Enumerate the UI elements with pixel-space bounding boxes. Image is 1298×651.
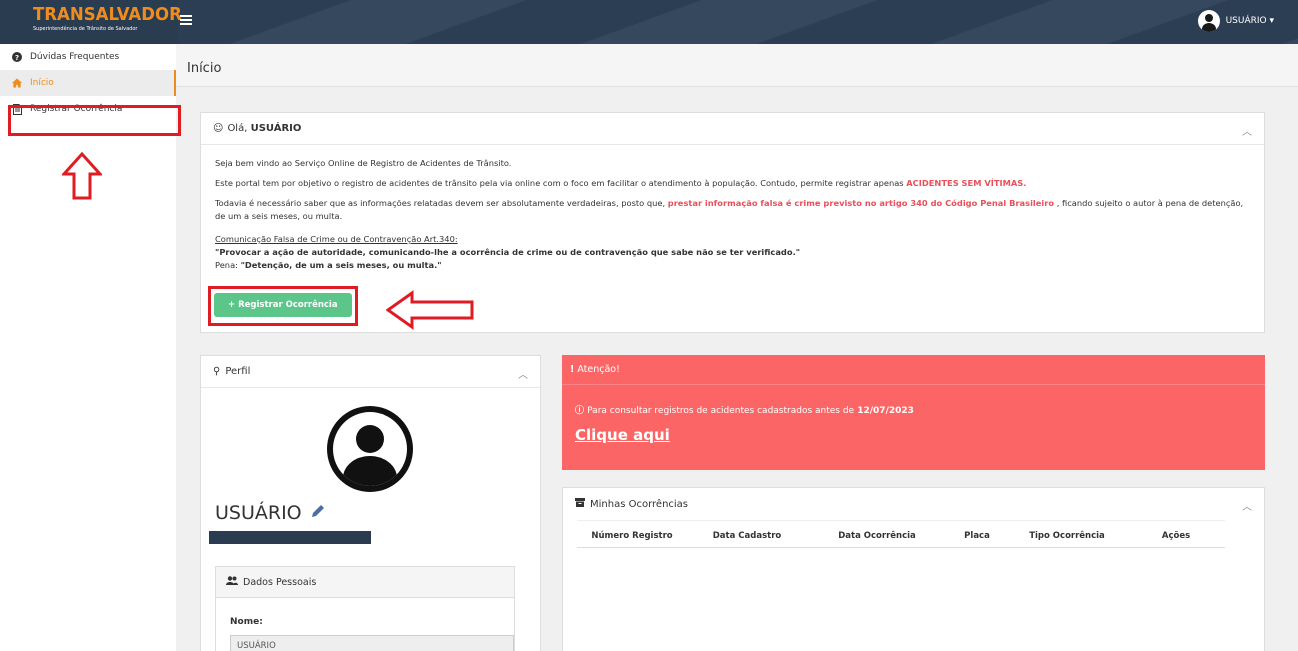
welcome-text: Seja bem vindo ao Serviço Online de Regi… bbox=[215, 158, 512, 168]
table-header-row: Número Registro Data Cadastro Data Ocorr… bbox=[577, 520, 1225, 548]
penalty-line: Pena: "Detenção, de um a seis meses, ou … bbox=[215, 260, 442, 270]
svg-text:?: ? bbox=[15, 54, 19, 62]
occurrences-panel-header: Minhas Ocorrências ︿ bbox=[563, 488, 1264, 520]
col-registered-date[interactable]: Data Cadastro bbox=[687, 520, 807, 548]
sidebar-item-home[interactable]: Início bbox=[0, 70, 176, 96]
top-navbar: TRANSALVADOR Superintendência de Trânsit… bbox=[0, 0, 1298, 44]
brand-logo[interactable]: TRANSALVADOR Superintendência de Trânsit… bbox=[0, 0, 182, 44]
home-icon bbox=[12, 78, 22, 88]
alert-message: Para consultar registros de acidentes ca… bbox=[587, 406, 855, 416]
profile-name-row: USUÁRIO bbox=[215, 502, 326, 524]
welcome-panel-header: ☺ Olá, USUÁRIO ︿ bbox=[201, 113, 1264, 145]
alert-header: ! Atenção! bbox=[562, 355, 1265, 385]
greeting-label: Olá, bbox=[227, 123, 248, 134]
user-outline-icon: ⚲ bbox=[213, 366, 221, 377]
info-circle-icon: ⓘ bbox=[575, 406, 585, 416]
welcome-body: Seja bem vindo ao Serviço Online de Regi… bbox=[201, 145, 1264, 284]
warning-text: Todavia é necessário saber que as inform… bbox=[215, 198, 1244, 221]
alert-title: Atenção! bbox=[577, 364, 620, 375]
name-field-label: Nome: bbox=[230, 617, 263, 627]
law-quote: "Provocar a ação de autoridade, comunica… bbox=[215, 247, 801, 257]
page-header: Início bbox=[176, 44, 1298, 87]
greeting-user: USUÁRIO bbox=[250, 123, 302, 134]
question-circle-icon: ? bbox=[12, 52, 22, 62]
sidebar-item-label: Início bbox=[30, 78, 54, 88]
personal-data-header: Dados Pessoais bbox=[216, 567, 514, 598]
user-menu[interactable]: USUÁRIO ▾ bbox=[1197, 10, 1274, 32]
personal-data-panel: Dados Pessoais Nome: USUÁRIO bbox=[215, 566, 515, 651]
brand-subtitle: Superintendência de Trânsito de Salvador bbox=[33, 26, 138, 32]
sidebar-item-label: Dúvidas Frequentes bbox=[30, 52, 120, 62]
click-here-link[interactable]: Clique aqui bbox=[575, 426, 1265, 444]
alert-body: ⓘ Para consultar registros de acidentes … bbox=[562, 385, 1265, 444]
occurrences-title: Minhas Ocorrências bbox=[590, 498, 689, 510]
profile-avatar-icon bbox=[327, 406, 413, 492]
collapse-chevron-icon[interactable]: ︿ bbox=[1242, 123, 1252, 138]
left-arrow-annotation bbox=[386, 290, 474, 330]
edit-pencil-icon[interactable] bbox=[310, 502, 326, 524]
profile-name: USUÁRIO bbox=[215, 502, 302, 524]
col-actions: Ações bbox=[1127, 520, 1225, 548]
col-number[interactable]: Número Registro bbox=[577, 520, 687, 548]
occurrences-table: Número Registro Data Cadastro Data Ocorr… bbox=[577, 520, 1225, 548]
users-icon bbox=[226, 576, 238, 588]
welcome-panel: ☺ Olá, USUÁRIO ︿ Seja bem vindo ao Servi… bbox=[200, 112, 1265, 333]
archive-icon bbox=[575, 498, 585, 510]
smile-icon: ☺ bbox=[213, 123, 224, 134]
profile-panel-header: ⚲ Perfil ︿ bbox=[201, 356, 540, 388]
up-arrow-annotation bbox=[62, 152, 102, 200]
brand-name: TRANSALVADOR bbox=[33, 4, 182, 25]
false-info-highlight: prestar informação falsa é crime previst… bbox=[667, 198, 1055, 208]
highlight-box-button bbox=[208, 286, 358, 326]
collapse-chevron-icon[interactable]: ︿ bbox=[518, 366, 528, 381]
col-plate[interactable]: Placa bbox=[947, 520, 1007, 548]
alert-date: 12/07/2023 bbox=[857, 406, 914, 416]
objective-text: Este portal tem por objetivo o registro … bbox=[215, 178, 1027, 188]
user-avatar-icon bbox=[1197, 10, 1220, 32]
occurrences-panel: Minhas Ocorrências ︿ Número Registro Dat… bbox=[562, 487, 1265, 651]
law-title: Comunicação Falsa de Crime ou de Contrav… bbox=[215, 234, 458, 244]
profile-panel: ⚲ Perfil ︿ USUÁRIO Dados Pessoais Nome: … bbox=[200, 355, 541, 651]
attention-alert: ! Atenção! ⓘ Para consultar registros de … bbox=[562, 355, 1265, 470]
no-victims-highlight: ACIDENTES SEM VÍTIMAS. bbox=[906, 178, 1027, 188]
sidebar-item-faq[interactable]: ? Dúvidas Frequentes bbox=[0, 44, 176, 70]
col-occurrence-date[interactable]: Data Ocorrência bbox=[807, 520, 947, 548]
name-field[interactable]: USUÁRIO bbox=[230, 635, 514, 651]
law-block: Comunicação Falsa de Crime ou de Contrav… bbox=[215, 233, 1250, 272]
collapse-chevron-icon[interactable]: ︿ bbox=[1242, 498, 1252, 513]
menu-toggle-icon[interactable] bbox=[180, 15, 192, 27]
redacted-bar bbox=[209, 531, 371, 544]
personal-data-title: Dados Pessoais bbox=[243, 576, 317, 588]
user-menu-label: USUÁRIO ▾ bbox=[1225, 16, 1274, 26]
col-type[interactable]: Tipo Ocorrência bbox=[1007, 520, 1127, 548]
profile-title: Perfil bbox=[225, 366, 251, 377]
page-title: Início bbox=[187, 61, 222, 76]
highlight-box-sidebar bbox=[8, 105, 181, 136]
